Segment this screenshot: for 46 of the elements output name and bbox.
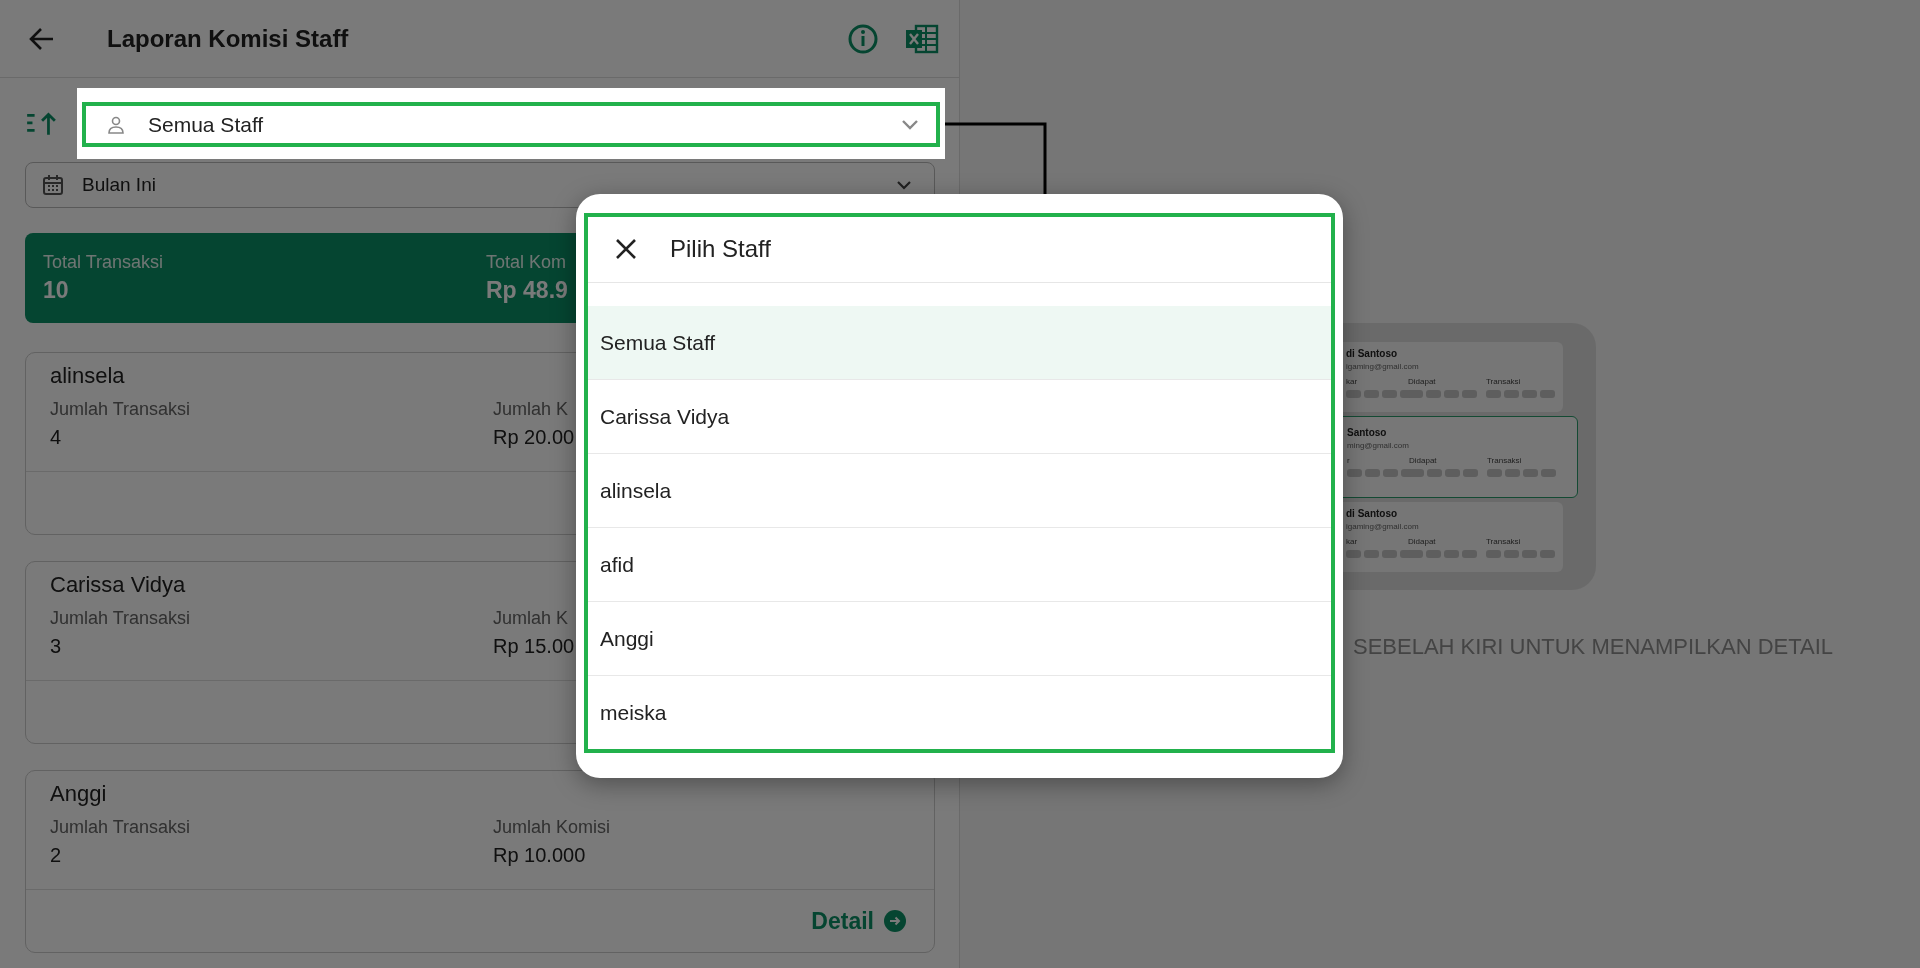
stat-label: Jumlah Komisi	[493, 817, 611, 838]
column-label: Didapat	[1409, 456, 1438, 465]
summary-label: Total Transaksi	[43, 252, 164, 273]
card-email: ming@gmail.com	[1347, 441, 1410, 450]
info-icon[interactable]	[847, 22, 879, 55]
stat-value: 3	[50, 635, 62, 658]
skeleton-drawing	[1486, 390, 1555, 398]
staff-name: Anggi	[50, 781, 108, 807]
summary-label: Total Kom	[486, 252, 567, 273]
page-title: Laporan Komisi Staff	[107, 24, 350, 53]
card-email: igaming@gmail.com	[1346, 522, 1420, 531]
summary-value: 10	[43, 277, 69, 304]
column-label: kar	[1346, 537, 1359, 546]
card-name: di Santoso	[1346, 508, 1399, 519]
column-label: Transaksi	[1486, 377, 1522, 386]
card-name: Santoso	[1347, 427, 1388, 438]
staff-name: Carissa Vidya	[50, 572, 187, 598]
skeleton-drawing	[1486, 550, 1555, 558]
person-icon	[106, 114, 126, 135]
stat-value: 2	[50, 844, 62, 867]
column-label: Didapat	[1408, 377, 1437, 386]
dialog-title: Pilih Staff	[670, 235, 771, 264]
summary-value: Rp 48.9	[486, 277, 568, 304]
stat-value: Rp 20.00	[493, 426, 575, 449]
stat-label: Jumlah K	[493, 399, 569, 420]
staff-option[interactable]: Semua Staff	[588, 306, 1331, 380]
column-label: Didapat	[1408, 537, 1437, 546]
stat-value: 4	[50, 426, 62, 449]
arrow-right-icon	[884, 910, 906, 932]
card-name: di Santoso	[1346, 348, 1399, 359]
stat-value: Rp 10.000	[493, 844, 586, 867]
spreadsheet-icon[interactable]	[905, 22, 939, 55]
stat-label: Jumlah Transaksi	[50, 817, 191, 838]
sort-icon[interactable]	[25, 110, 57, 137]
skeleton-drawing	[1487, 469, 1556, 477]
column-label: Transaksi	[1487, 456, 1523, 465]
calendar-icon	[42, 174, 64, 196]
staff-name: alinsela	[50, 363, 126, 389]
stat-label: Jumlah Transaksi	[50, 399, 191, 420]
column-label: Transaksi	[1486, 537, 1522, 546]
column-label: kar	[1346, 377, 1359, 386]
stat-label: Jumlah K	[493, 608, 569, 629]
staff-dropdown[interactable]: Semua Staff	[82, 102, 940, 147]
card-email: igaming@gmail.com	[1346, 362, 1420, 371]
stat-value: Rp 15.00	[493, 635, 575, 658]
stat-label: Jumlah Transaksi	[50, 608, 191, 629]
